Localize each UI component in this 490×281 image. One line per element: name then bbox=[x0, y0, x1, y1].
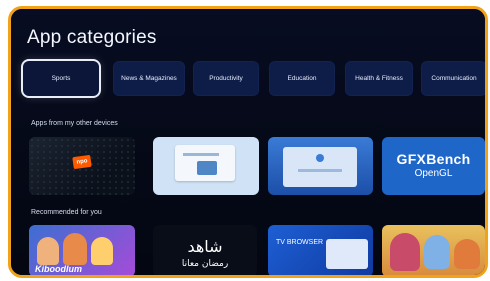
recommended-tile-kids[interactable]: Kiboodlum bbox=[29, 225, 135, 275]
shahid-logo: شاهد bbox=[187, 237, 223, 256]
tv-screen-frame: App categories Sports News & Magazines P… bbox=[8, 6, 488, 278]
category-health-fitness[interactable]: Health & Fitness bbox=[345, 61, 413, 96]
character-shape bbox=[63, 233, 87, 265]
app-tile-browser[interactable] bbox=[268, 137, 373, 195]
gfxbench-title: GFXBench bbox=[396, 151, 471, 167]
tv-browser-title: TV BROWSER bbox=[276, 239, 324, 246]
category-news-magazines[interactable]: News & Magazines bbox=[113, 61, 185, 96]
browser-icon bbox=[316, 154, 324, 162]
character-shape bbox=[390, 233, 420, 271]
category-sports[interactable]: Sports bbox=[23, 61, 99, 96]
category-productivity[interactable]: Productivity bbox=[193, 61, 259, 96]
tv-screen: App categories Sports News & Magazines P… bbox=[11, 9, 485, 275]
app-tile-gfxbench[interactable]: GFXBench OpenGL bbox=[382, 137, 485, 195]
browser-line bbox=[298, 169, 342, 172]
page-title: App categories bbox=[27, 27, 157, 48]
browser-window bbox=[326, 239, 368, 269]
kids-title: Kiboodlum bbox=[35, 264, 82, 274]
apps-from-devices-row: npo GFXBench OpenGL bbox=[29, 137, 485, 195]
app-tile-illustration[interactable] bbox=[153, 137, 259, 195]
recommended-tile-tv-browser[interactable]: TV BROWSER bbox=[268, 225, 373, 275]
character-shape bbox=[454, 239, 480, 269]
character-shape bbox=[37, 237, 59, 265]
section-title-recommended: Recommended for you bbox=[31, 209, 102, 216]
gfxbench-subtitle: OpenGL bbox=[414, 168, 453, 179]
category-communication[interactable]: Communication bbox=[421, 61, 485, 96]
browser-window bbox=[283, 147, 357, 187]
character-shape bbox=[91, 237, 113, 265]
category-education[interactable]: Education bbox=[269, 61, 335, 96]
window-bar bbox=[183, 153, 219, 156]
shahid-subtitle: رمضان معانا bbox=[181, 259, 229, 269]
recommended-row: Kiboodlum شاهد رمضان معانا TV BROWSER bbox=[29, 225, 485, 275]
npo-logo: npo bbox=[72, 154, 92, 170]
app-tile-npo[interactable]: npo bbox=[29, 137, 135, 195]
section-title-apps-from-devices: Apps from my other devices bbox=[31, 120, 118, 127]
recommended-tile-shahid[interactable]: شاهد رمضان معانا bbox=[153, 225, 257, 275]
character-shape bbox=[424, 235, 450, 269]
computer-icon bbox=[197, 161, 217, 175]
recommended-tile-cartoon[interactable] bbox=[382, 225, 485, 275]
category-row: Sports News & Magazines Productivity Edu… bbox=[23, 59, 485, 99]
